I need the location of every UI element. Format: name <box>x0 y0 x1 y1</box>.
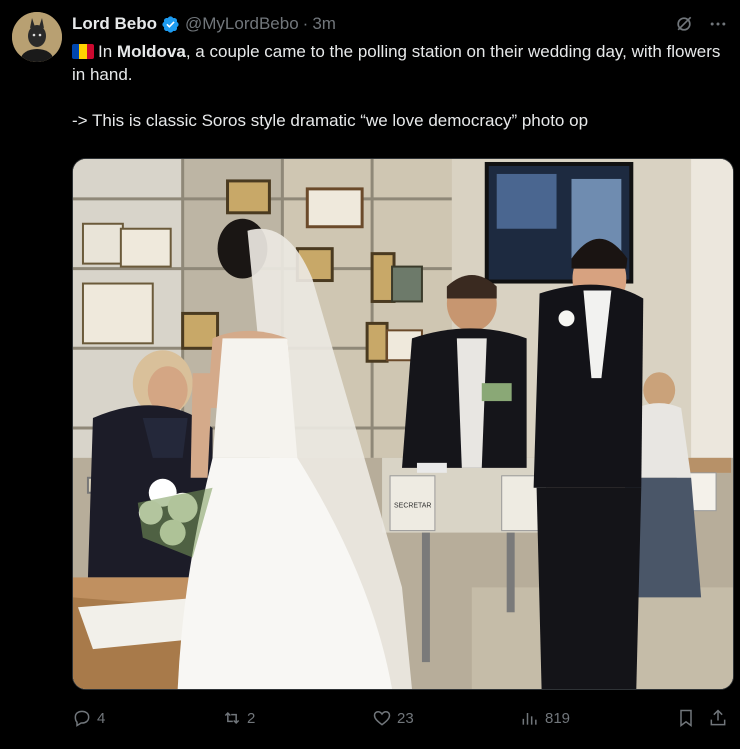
heart-icon <box>373 710 391 726</box>
verified-badge-icon <box>162 15 179 33</box>
separator-dot: · <box>302 14 309 33</box>
tweet-header: Lord Bebo @MyLordBebo · 3m <box>72 12 728 36</box>
share-icon <box>710 709 726 726</box>
tweet-paragraph-2: -> This is classic Soros style dramatic … <box>72 111 589 130</box>
more-icon[interactable] <box>708 14 728 34</box>
timestamp[interactable]: 3m <box>312 14 336 34</box>
reply-icon <box>74 710 90 727</box>
grok-icon[interactable] <box>674 14 694 34</box>
secretar-sign-text: SECRETAR <box>394 503 431 510</box>
moldova-flag-icon <box>72 44 94 59</box>
views-count: 819 <box>545 709 571 727</box>
repost-button[interactable]: 2 <box>222 708 255 728</box>
author-name[interactable]: Lord Bebo <box>72 14 157 34</box>
views-icon <box>522 713 537 725</box>
author-handle[interactable]: @MyLordBebo <box>185 14 299 34</box>
tweet: Lord Bebo @MyLordBebo · 3m In Moldova, a… <box>0 0 740 749</box>
tweet-actions: 4 2 23 819 <box>72 708 734 732</box>
views-button[interactable]: 819 <box>520 708 570 728</box>
reply-button[interactable]: 4 <box>72 708 105 728</box>
repost-count: 2 <box>247 709 256 727</box>
tweet-photo[interactable]: SECRETAR <box>72 158 734 690</box>
header-actions <box>674 12 728 36</box>
tweet-text-bold: Moldova <box>116 42 186 61</box>
repost-icon <box>224 711 240 725</box>
avatar[interactable] <box>12 12 62 62</box>
share-button[interactable] <box>708 708 733 728</box>
reply-count: 4 <box>97 709 106 727</box>
bookmark-button[interactable] <box>676 708 701 728</box>
bookmark-icon <box>680 709 692 727</box>
like-count: 23 <box>397 709 414 727</box>
tweet-text-prefix: In <box>98 42 117 61</box>
tweet-text: In Moldova, a couple came to the polling… <box>72 40 732 132</box>
like-button[interactable]: 23 <box>372 708 414 728</box>
tweet-paragraph-1: In Moldova, a couple came to the polling… <box>72 40 732 86</box>
